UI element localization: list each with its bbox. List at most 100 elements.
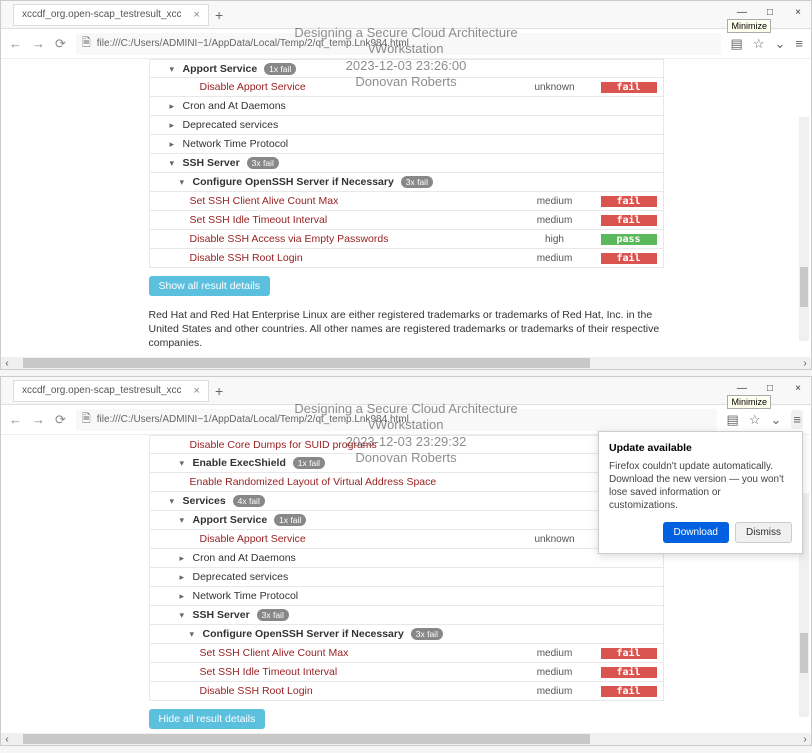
section-row[interactable]: ▸Deprecated services — [149, 116, 664, 135]
section-row[interactable]: ▸Network Time Protocol — [149, 135, 664, 154]
maximize-button[interactable]: □ — [761, 380, 779, 396]
reload-button[interactable]: ⟳ — [55, 412, 66, 428]
reader-icon[interactable]: ▤ — [731, 36, 743, 52]
toggle-icon[interactable]: ▾ — [170, 158, 180, 169]
status-badge: fail — [601, 667, 657, 678]
rule-title[interactable]: Set SSH Idle Timeout Interval — [200, 666, 338, 678]
toggle-icon[interactable]: ▸ — [180, 572, 190, 583]
toggle-icon[interactable]: ▾ — [180, 458, 190, 469]
rule-title[interactable]: Set SSH Client Alive Count Max — [190, 195, 339, 207]
close-window-button[interactable]: × — [789, 4, 807, 20]
pocket-icon[interactable]: ⌄ — [771, 412, 782, 428]
toggle-icon[interactable]: ▾ — [190, 629, 200, 640]
reload-button[interactable]: ⟳ — [55, 36, 66, 52]
status-badge: pass — [601, 234, 657, 245]
rule-title[interactable]: Disable Apport Service — [200, 81, 306, 93]
toggle-icon[interactable]: ▾ — [170, 496, 180, 507]
section-row[interactable]: ▾Services 4x fail — [149, 492, 664, 511]
section-row[interactable]: ▸Network Time Protocol — [149, 587, 664, 606]
url-bar[interactable]: 🗎 file:///C:/Users/ADMINI~1/AppData/Loca… — [76, 33, 721, 55]
report-table: ▾Apport Service 1x fail Disable Apport Se… — [149, 59, 664, 355]
minimize-tooltip: Minimize — [727, 19, 771, 33]
new-tab-button[interactable]: + — [215, 7, 223, 23]
rule-title[interactable]: Set SSH Idle Timeout Interval — [190, 214, 328, 226]
section-title: Configure OpenSSH Server if Necessary — [193, 176, 397, 188]
tab-title: xccdf_org.open-scap_testresult_xcc — [22, 9, 182, 20]
bookmark-icon[interactable]: ☆ — [753, 36, 765, 52]
pocket-icon[interactable]: ⌄ — [775, 36, 786, 52]
status-badge: fail — [601, 215, 657, 226]
new-tab-button[interactable]: + — [215, 383, 223, 399]
minimize-tooltip: Minimize — [727, 395, 771, 409]
browser-tab[interactable]: xccdf_org.open-scap_testresult_xcc × — [13, 4, 209, 26]
section-row[interactable]: ▾Enable ExecShield 1x fail — [149, 454, 664, 473]
rule-row: Set SSH Idle Timeout Intervalmediumfail — [149, 211, 664, 230]
window-bottom: xccdf_org.open-scap_testresult_xcc × + —… — [0, 376, 812, 746]
download-button[interactable]: Download — [663, 522, 729, 543]
forward-button[interactable]: → — [32, 412, 45, 427]
horizontal-scrollbar[interactable]: ‹› — [1, 357, 811, 369]
toggle-icon[interactable]: ▾ — [180, 515, 190, 526]
forward-button[interactable]: → — [32, 36, 45, 51]
hide-all-button[interactable]: Hide all result details — [149, 709, 266, 729]
toggle-icon[interactable]: ▸ — [170, 120, 180, 131]
vertical-scrollbar[interactable] — [799, 117, 809, 341]
fail-badge: 3x fail — [247, 157, 279, 169]
rule-title[interactable]: Disable SSH Root Login — [200, 685, 313, 697]
section-row[interactable]: ▾Apport Service 1x fail — [149, 59, 664, 78]
section-row[interactable]: ▾Apport Service 1x fail — [149, 511, 664, 530]
toggle-icon[interactable]: ▸ — [180, 591, 190, 602]
section-title: Network Time Protocol — [193, 590, 299, 602]
browser-tab[interactable]: xccdf_org.open-scap_testresult_xcc × — [13, 380, 209, 402]
horizontal-scrollbar[interactable]: ‹› — [1, 733, 811, 745]
section-title: SSH Server — [183, 157, 243, 169]
toggle-icon[interactable]: ▸ — [170, 101, 180, 112]
section-row[interactable]: ▾SSH Server 3x fail — [149, 154, 664, 173]
rule-title[interactable]: Disable SSH Root Login — [190, 252, 303, 264]
rule-title[interactable]: Set SSH Client Alive Count Max — [200, 647, 349, 659]
fail-badge: 4x fail — [233, 495, 265, 507]
back-button[interactable]: ← — [9, 412, 22, 427]
fail-badge: 1x fail — [293, 457, 325, 469]
rule-title[interactable]: Enable Randomized Layout of Virtual Addr… — [190, 476, 437, 488]
popup-title: Update available — [609, 442, 792, 454]
rule-title[interactable]: Disable Apport Service — [200, 533, 306, 545]
url-bar[interactable]: 🗎 file:///C:/Users/ADMINI~1/AppData/Loca… — [76, 409, 717, 431]
rule-row: Disable Apport Serviceunknownfail — [149, 530, 664, 549]
rule-row: Disable SSH Root Loginmediumfail — [149, 249, 664, 268]
reader-icon[interactable]: ▤ — [727, 412, 739, 428]
url-text: file:///C:/Users/ADMINI~1/AppData/Local/… — [97, 38, 409, 49]
close-window-button[interactable]: × — [789, 380, 807, 396]
close-tab-icon[interactable]: × — [194, 385, 200, 397]
url-text: file:///C:/Users/ADMINI~1/AppData/Local/… — [97, 414, 409, 425]
section-row[interactable]: ▸Cron and At Daemons — [149, 97, 664, 116]
close-tab-icon[interactable]: × — [194, 9, 200, 21]
menu-icon[interactable]: ≡ — [795, 36, 803, 51]
rule-row: Disable Core Dumps for SUID programs — [149, 435, 664, 454]
minimize-button[interactable]: — — [733, 4, 751, 20]
minimize-button[interactable]: — — [733, 380, 751, 396]
section-title: Apport Service — [183, 63, 261, 75]
show-all-button[interactable]: Show all result details — [149, 276, 271, 296]
titlebar: xccdf_org.open-scap_testresult_xcc × + —… — [1, 377, 811, 405]
toggle-icon[interactable]: ▸ — [180, 553, 190, 564]
menu-icon[interactable]: ≡ — [791, 410, 803, 429]
dismiss-button[interactable]: Dismiss — [735, 522, 792, 543]
maximize-button[interactable]: □ — [761, 4, 779, 20]
section-row[interactable]: ▸Cron and At Daemons — [149, 549, 664, 568]
section-row[interactable]: ▾Configure OpenSSH Server if Necessary 3… — [149, 173, 664, 192]
section-row[interactable]: ▾Configure OpenSSH Server if Necessary 3… — [149, 625, 664, 644]
bookmark-icon[interactable]: ☆ — [749, 412, 761, 428]
section-title: Services — [183, 495, 229, 507]
section-row[interactable]: ▾SSH Server 3x fail — [149, 606, 664, 625]
back-button[interactable]: ← — [9, 36, 22, 51]
toggle-icon[interactable]: ▸ — [170, 139, 180, 150]
section-title: Network Time Protocol — [183, 138, 289, 150]
rule-title[interactable]: Disable Core Dumps for SUID programs — [190, 439, 377, 451]
toggle-icon[interactable]: ▾ — [180, 610, 190, 621]
popup-body: Firefox couldn't update automatically. D… — [609, 460, 792, 512]
toggle-icon[interactable]: ▾ — [170, 64, 180, 75]
rule-title[interactable]: Disable SSH Access via Empty Passwords — [190, 233, 389, 245]
toggle-icon[interactable]: ▾ — [180, 177, 190, 188]
section-row[interactable]: ▸Deprecated services — [149, 568, 664, 587]
